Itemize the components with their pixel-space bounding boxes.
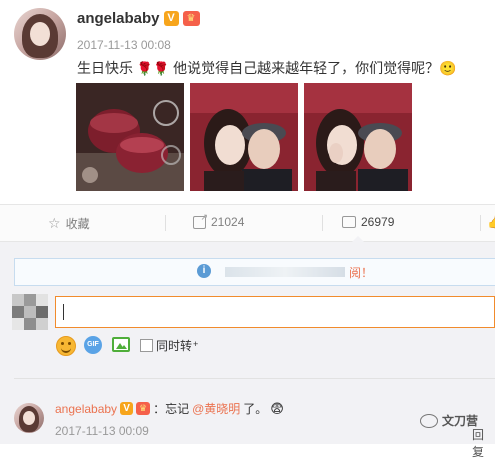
- comment-icon: [342, 216, 356, 228]
- smile-emoji-icon: 🙂: [439, 60, 457, 76]
- post-text-part1: 生日快乐: [77, 60, 133, 76]
- post-text-part2: 他说觉得自己越来越年轻了，你们觉得呢？: [173, 60, 440, 76]
- reply-username[interactable]: angelababy: [55, 402, 117, 416]
- comment-user-avatar: [12, 294, 48, 330]
- verified-badge-icon: V: [163, 11, 179, 26]
- favorite-label: 收藏: [65, 217, 90, 231]
- repost-checkbox[interactable]: [140, 339, 153, 352]
- post-text: 生日快乐 🌹🌹 他说觉得自己越来越年轻了，你们觉得呢？🙂: [77, 58, 457, 78]
- favorite-button[interactable]: ☆ 收藏: [48, 215, 90, 232]
- reply-button[interactable]: 回复: [472, 426, 495, 460]
- comment-input[interactable]: [55, 296, 495, 328]
- like-icon[interactable]: 👍: [487, 214, 495, 230]
- scared-emoji-icon: 😨: [270, 400, 284, 416]
- post-username[interactable]: angelababy: [77, 10, 160, 27]
- emoji-icon[interactable]: [56, 336, 76, 356]
- action-bar: ☆ 收藏 ↗ 21024 26979 👍: [0, 204, 495, 242]
- divider: [165, 215, 166, 231]
- wine-glasses-image: [76, 83, 184, 191]
- mouse-cursor-icon: +: [193, 339, 199, 349]
- reply-text-prefix: ：忘记: [153, 402, 190, 416]
- post-timestamp[interactable]: 2017-11-13 00:08: [77, 38, 171, 52]
- divider: [480, 215, 481, 231]
- crown-badge-icon: ♛: [182, 11, 200, 26]
- info-icon: i: [197, 264, 211, 278]
- crown-badge-icon: ♛: [136, 402, 151, 415]
- image-icon[interactable]: [112, 337, 130, 352]
- comment-button[interactable]: 26979: [342, 215, 394, 229]
- post-photo-couple-1[interactable]: [190, 83, 298, 191]
- wechat-icon: [420, 413, 438, 428]
- repost-count: 21024: [211, 215, 245, 229]
- reply-line: angelababy V ♛ ：忘记 @黄晓明 了。 😨: [55, 400, 284, 417]
- watermark: 文刀营: [420, 412, 478, 429]
- comment-count: 26979: [361, 215, 395, 229]
- notice-text: 阅！: [349, 266, 374, 280]
- rose-emoji-icon: 🌹: [136, 61, 154, 76]
- star-icon: ☆: [48, 215, 61, 231]
- notice-redacted: [225, 267, 345, 277]
- comment-divider: [14, 378, 495, 379]
- repost-icon: ↗: [193, 212, 208, 229]
- couple-photo-image: [304, 83, 412, 191]
- post-photo-couple-2[interactable]: [304, 83, 412, 191]
- post-avatar[interactable]: [14, 8, 66, 60]
- gif-icon[interactable]: GIF: [84, 336, 102, 354]
- reply-avatar[interactable]: [14, 403, 44, 433]
- verified-badge-icon: V: [120, 402, 134, 415]
- couple-photo-image: [190, 83, 298, 191]
- repost-button[interactable]: ↗ 21024: [193, 212, 245, 229]
- rose-emoji-icon: 🌹: [153, 61, 170, 76]
- divider: [322, 215, 323, 231]
- reply-text-suffix: 了。: [243, 402, 268, 416]
- repost-checkbox-label[interactable]: 同时转: [156, 337, 192, 354]
- reply-mention[interactable]: @黄晓明: [192, 400, 240, 417]
- reply-timestamp[interactable]: 2017-11-13 00:09: [55, 424, 149, 438]
- post-photo-wine[interactable]: [76, 83, 184, 191]
- text-cursor: [63, 304, 64, 320]
- notice-banner: i 阅！: [14, 258, 495, 286]
